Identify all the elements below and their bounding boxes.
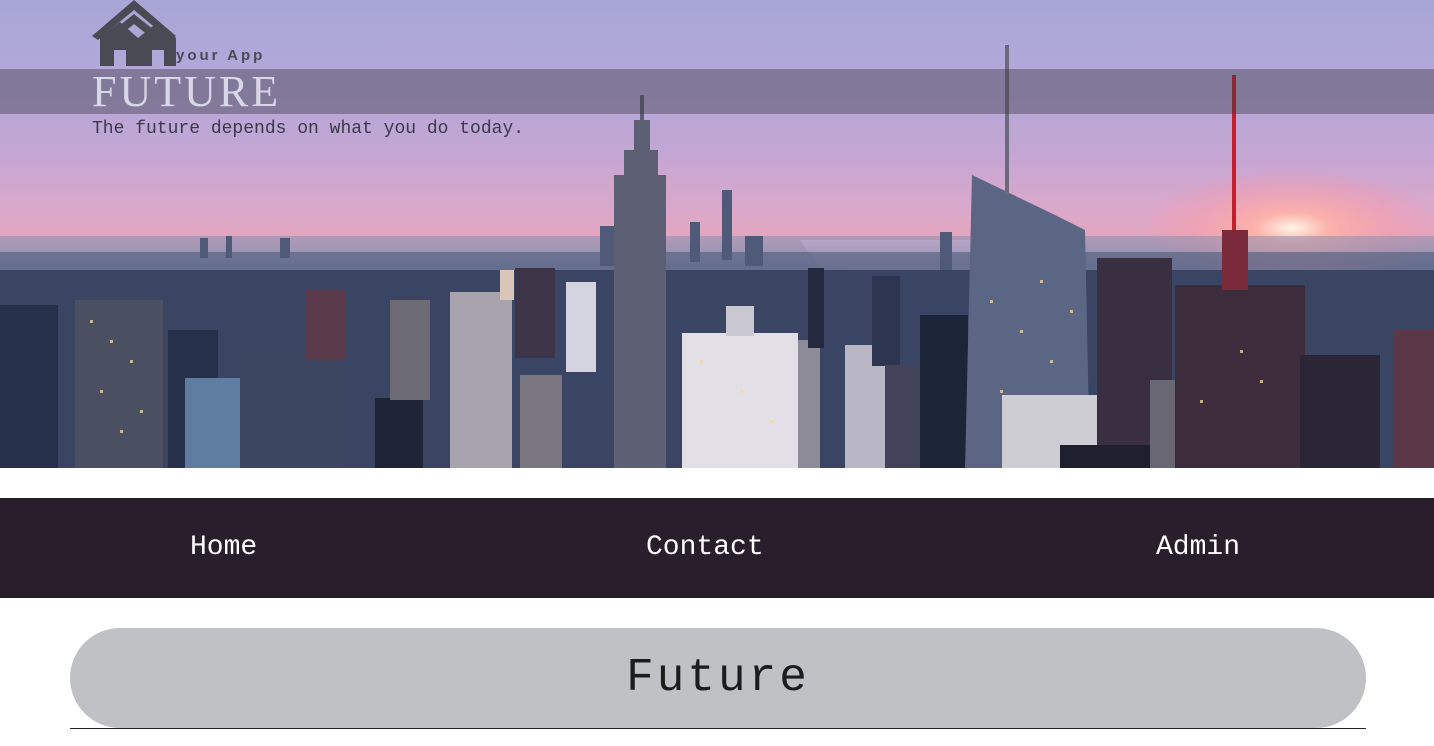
hero-tagline: The future depends on what you do today. [92, 119, 525, 139]
heading-divider [70, 728, 1366, 729]
nav-link-contact[interactable]: Contact [646, 498, 764, 598]
logo-text: your App [176, 47, 266, 64]
main-navbar: Home Contact Admin [0, 498, 1434, 598]
page-heading: Future [70, 628, 1366, 728]
brand-title: FUTURE [92, 67, 282, 116]
hero-banner: your App FUTURE The future depends on wh… [0, 0, 1434, 468]
nav-link-admin[interactable]: Admin [1156, 498, 1240, 598]
nav-link-home[interactable]: Home [190, 498, 257, 598]
